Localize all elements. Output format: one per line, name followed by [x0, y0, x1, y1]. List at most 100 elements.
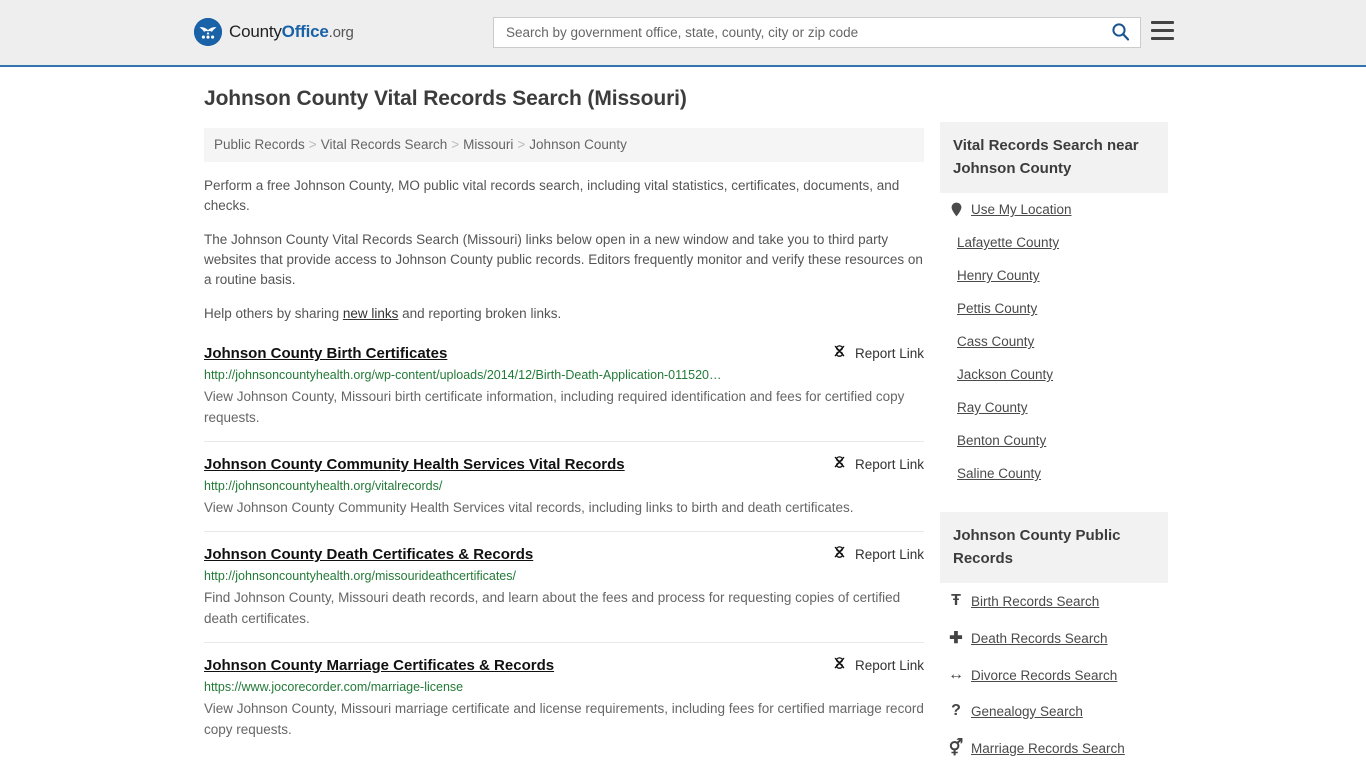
- sidebar-list-item[interactable]: Jackson County: [940, 358, 1168, 391]
- sidebar-section-nearby: Vital Records Search near Johnson County…: [940, 122, 1168, 490]
- sidebar-section-public-records: Johnson County Public Records Ŧ Birth Rec…: [940, 512, 1168, 767]
- result-description: View Johnson County Community Health Ser…: [204, 500, 854, 515]
- report-link-label: Report Link: [854, 546, 924, 562]
- logo-text-county: County: [229, 22, 282, 41]
- site-logo[interactable]: CountyOffice.org: [194, 18, 354, 46]
- report-link-button[interactable]: Report Link: [818, 455, 924, 473]
- sidebar-list-item[interactable]: Henry County: [940, 259, 1168, 292]
- intro-paragraph-2: The Johnson County Vital Records Search …: [204, 232, 923, 287]
- sidebar-link[interactable]: Henry County: [957, 268, 1040, 283]
- sidebar-link[interactable]: Divorce Records Search: [971, 668, 1117, 683]
- sidebar-link[interactable]: Genealogy Search: [971, 704, 1083, 719]
- sidebar-link[interactable]: Use My Location: [971, 202, 1072, 217]
- search-bar: [493, 17, 1141, 48]
- sidebar-list-item[interactable]: ⚥ Marriage Records Search: [940, 729, 1168, 767]
- intro-p3-before: Help others by sharing: [204, 306, 343, 321]
- result-header: Johnson County Death Certificates & Reco…: [204, 545, 924, 564]
- report-link-label: Report Link: [854, 657, 924, 673]
- results-list: Johnson County Birth Certificates Report …: [204, 338, 924, 753]
- intro-paragraph-3: Help others by sharing new links and rep…: [204, 304, 924, 324]
- sidebar-list-item[interactable]: Ray County: [940, 391, 1168, 424]
- sidebar-link[interactable]: Cass County: [957, 334, 1034, 349]
- sidebar-list-item[interactable]: Cass County: [940, 325, 1168, 358]
- result-description: Find Johnson County, Missouri death reco…: [204, 590, 901, 626]
- breadcrumb-item-johnson-county[interactable]: Johnson County: [529, 137, 627, 152]
- report-link-button[interactable]: Report Link: [818, 545, 924, 563]
- result-url: http://johnsoncountyhealth.org/vitalreco…: [204, 479, 443, 493]
- sidebar-list-item[interactable]: Lafayette County: [940, 226, 1168, 259]
- sidebar-list-item[interactable]: ✚ Death Records Search: [940, 619, 1168, 657]
- breadcrumb-item-vital-records-search[interactable]: Vital Records Search: [321, 137, 448, 152]
- sidebar-link[interactable]: Jackson County: [957, 367, 1053, 382]
- sidebar-link[interactable]: Death Records Search: [971, 631, 1108, 646]
- result-header: Johnson County Community Health Services…: [204, 455, 924, 474]
- result-title-link[interactable]: Johnson County Death Certificates & Reco…: [204, 545, 533, 564]
- result-item: Johnson County Marriage Certificates & R…: [204, 642, 924, 753]
- result-item: Johnson County Birth Certificates Report …: [204, 338, 924, 441]
- hamburger-menu-icon[interactable]: [1151, 21, 1174, 40]
- result-description: View Johnson County, Missouri marriage c…: [204, 701, 924, 737]
- new-links-link[interactable]: new links: [343, 306, 399, 321]
- intro-p3-after: and reporting broken links.: [398, 306, 562, 321]
- sidebar-list-item[interactable]: Ŧ Birth Records Search: [940, 583, 1168, 619]
- result-title-link[interactable]: Johnson County Community Health Services…: [204, 455, 625, 474]
- left-right-arrow-icon: ↔: [948, 666, 964, 683]
- logo-text: CountyOffice.org: [229, 22, 354, 42]
- breadcrumb-separator: >: [451, 137, 460, 152]
- search-input[interactable]: [494, 18, 1100, 47]
- sidebar-list-item[interactable]: ? Genealogy Search: [940, 693, 1168, 729]
- result-item: Johnson County Death Certificates & Reco…: [204, 531, 924, 642]
- sidebar-public-records-list: Ŧ Birth Records Search ✚ Death Records Sear…: [940, 583, 1168, 767]
- sidebar-link[interactable]: Saline County: [957, 466, 1041, 481]
- sidebar: Vital Records Search near Johnson County…: [940, 122, 1168, 768]
- result-description: View Johnson County, Missouri birth cert…: [204, 389, 905, 425]
- sidebar-list-item[interactable]: Benton County: [940, 424, 1168, 457]
- result-url: http://johnsoncountyhealth.org/missourid…: [204, 569, 516, 583]
- cross-icon: ✚: [949, 630, 963, 647]
- report-link-button[interactable]: Report Link: [818, 656, 924, 674]
- sidebar-list-item[interactable]: Use My Location: [940, 193, 1168, 226]
- search-button[interactable]: [1100, 18, 1140, 47]
- sidebar-list-item[interactable]: Pettis County: [940, 292, 1168, 325]
- report-link-label: Report Link: [854, 345, 924, 361]
- breadcrumb-item-public-records[interactable]: Public Records: [214, 137, 305, 152]
- breadcrumb: Public Records > Vital Records Search > Miss…: [204, 128, 924, 162]
- breadcrumb-separator: >: [308, 137, 317, 152]
- broken-link-icon: [832, 344, 847, 362]
- breadcrumb-item-missouri[interactable]: Missouri: [463, 137, 513, 152]
- intro-paragraph-1: Perform a free Johnson County, MO public…: [204, 178, 900, 213]
- sidebar-link[interactable]: Marriage Records Search: [971, 741, 1125, 756]
- result-title-link[interactable]: Johnson County Birth Certificates: [204, 344, 447, 363]
- sidebar-nearby-list: Use My Location Lafayette County Henry Cou…: [940, 193, 1168, 490]
- sidebar-nearby-heading: Vital Records Search near Johnson County: [940, 122, 1168, 193]
- baby-icon: Ŧ: [951, 592, 961, 609]
- intro-text: Perform a free Johnson County, MO public…: [204, 176, 924, 324]
- sidebar-list-item[interactable]: ↔ Divorce Records Search: [940, 657, 1168, 693]
- result-url: https://www.jocorecorder.com/marriage-li…: [204, 680, 464, 694]
- result-title-link[interactable]: Johnson County Marriage Certificates & R…: [204, 656, 554, 675]
- result-header: Johnson County Marriage Certificates & R…: [204, 656, 924, 675]
- site-header: CountyOffice.org: [0, 0, 1366, 67]
- result-header: Johnson County Birth Certificates Report …: [204, 344, 924, 363]
- sidebar-list-item[interactable]: Saline County: [940, 457, 1168, 490]
- search-icon: [1111, 22, 1130, 44]
- sidebar-public-records-heading: Johnson County Public Records: [940, 512, 1168, 583]
- result-item: Johnson County Community Health Services…: [204, 441, 924, 531]
- map-pin-icon: [949, 202, 963, 217]
- report-link-button[interactable]: Report Link: [818, 344, 924, 362]
- result-url: http://johnsoncountyhealth.org/wp-conten…: [204, 368, 722, 382]
- main-content: Johnson County Vital Records Search (Mis…: [204, 87, 924, 753]
- hamburger-bar: [1151, 36, 1174, 40]
- breadcrumb-separator: >: [517, 137, 526, 152]
- sidebar-link[interactable]: Ray County: [957, 400, 1028, 415]
- sidebar-link[interactable]: Pettis County: [957, 301, 1037, 316]
- report-link-label: Report Link: [854, 456, 924, 472]
- sidebar-link[interactable]: Benton County: [957, 433, 1046, 448]
- sidebar-link[interactable]: Birth Records Search: [971, 594, 1099, 609]
- logo-text-office: Office: [281, 22, 329, 41]
- logo-text-org: .org: [328, 24, 354, 41]
- eagle-shield-icon: [194, 18, 222, 46]
- sidebar-link[interactable]: Lafayette County: [957, 235, 1059, 250]
- question-mark-icon: ?: [951, 702, 961, 719]
- broken-link-icon: [832, 656, 847, 674]
